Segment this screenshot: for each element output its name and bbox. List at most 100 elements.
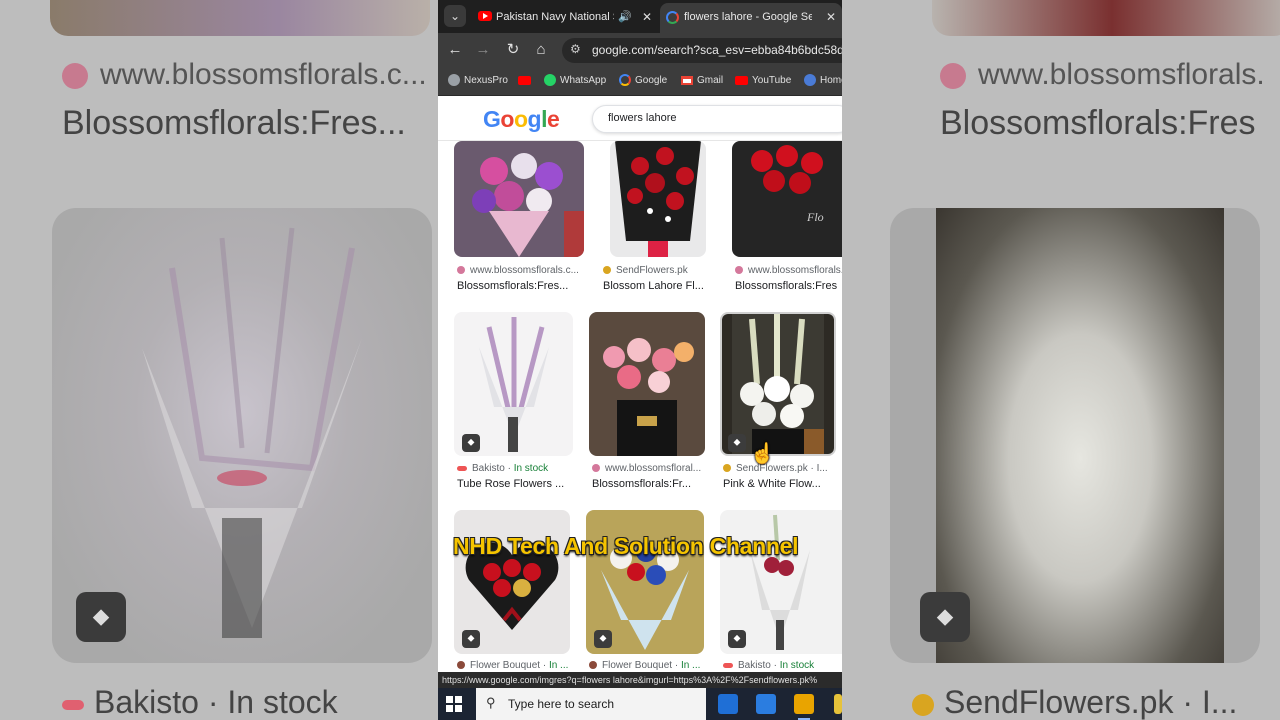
bookmark-nexuspro[interactable]: NexusPro <box>448 74 508 88</box>
result-site: Flower Bouquet · In ... <box>457 660 570 671</box>
google-icon <box>666 11 679 24</box>
google-logo-letter: o <box>500 106 514 132</box>
tab-google-search[interactable]: flowers lahore - Google Search ✕ <box>660 3 842 33</box>
taskbar-search-placeholder: Type here to search <box>508 697 615 711</box>
result-site: Bakisto · In stock <box>723 660 842 671</box>
result-title[interactable]: Tube Rose Flowers ... <box>457 478 573 490</box>
google-logo-letter: o <box>513 106 528 132</box>
background-bottom-label: Bakisto · In stock <box>62 684 338 720</box>
home-icon[interactable]: ⌂ <box>530 39 552 61</box>
result-site: www.blossomsflorals.c... <box>457 265 582 276</box>
status-url-bar: https://www.google.com/imgres?q=flowers … <box>438 672 842 688</box>
result-thumbnail[interactable]: ⬥ <box>454 312 573 456</box>
result-site: Bakisto · In stock <box>457 463 573 474</box>
result-thumbnail[interactable]: ⬥ <box>720 510 842 654</box>
result-title[interactable]: Blossomsflorals:Fres <box>735 280 842 292</box>
site-favicon-icon <box>589 661 597 670</box>
site-favicon-icon <box>723 662 733 668</box>
result-thumbnail[interactable] <box>589 312 705 456</box>
bakisto-favicon-icon <box>62 699 84 710</box>
speaker-icon[interactable]: 🔊 <box>618 3 632 31</box>
result-thumbnail[interactable] <box>610 141 706 257</box>
search-input[interactable]: flowers lahore <box>592 105 842 133</box>
image-result[interactable]: www.blossomsfloral... Blossomsflorals:Fr… <box>589 312 705 492</box>
sendflowers-favicon-icon <box>912 693 934 716</box>
purple-bouquet-image <box>454 141 584 257</box>
pink-white-flowers-image <box>722 314 834 454</box>
hand-cursor-icon: ☝ <box>750 443 775 465</box>
background-title: Blossomsflorals:Fres <box>940 104 1256 142</box>
site-settings-icon[interactable]: ⚙ <box>570 42 581 56</box>
background-top-image <box>50 0 430 36</box>
result-title[interactable]: Blossomsflorals:Fres... <box>457 280 582 292</box>
close-icon[interactable]: ✕ <box>642 3 652 31</box>
whatsapp-icon <box>544 74 556 87</box>
bookmark-home[interactable]: Home <box>804 74 842 88</box>
bookmark-google[interactable]: Google <box>619 74 667 88</box>
background-right-panel: www.blossomsflorals. Blossomsflorals:Fre… <box>842 0 1280 720</box>
result-thumbnail[interactable]: Flo <box>732 141 842 257</box>
reload-icon[interactable]: ↻ <box>502 39 524 61</box>
tab-pakistan-navy[interactable]: Pakistan Navy National Son 🔊 ✕ <box>472 3 658 33</box>
windows-taskbar: ⚲ Type here to search <box>438 688 842 720</box>
close-icon[interactable]: ✕ <box>826 3 836 31</box>
file-explorer-icon[interactable] <box>834 694 842 714</box>
windows-start-icon[interactable] <box>446 696 462 712</box>
bookmark-youtube-icon-only[interactable] <box>518 74 535 88</box>
result-site: Flower Bouquet · In ... <box>589 660 704 671</box>
youtube-icon <box>478 11 492 21</box>
image-result[interactable]: ⬥ SendFlowers.pk · I... Pink & White Flo… <box>720 312 838 492</box>
result-title[interactable]: Pink & White Flow... <box>723 478 836 490</box>
image-result[interactable]: Flo www.blossomsflorals. Blossomsflorals… <box>732 141 842 301</box>
background-white-flowers-image <box>936 208 1224 663</box>
back-arrow-icon[interactable]: ← <box>444 39 466 61</box>
address-toolbar: ← → ↻ ⌂ ⚙ google.com/search?sca_esv=ebba… <box>438 33 842 67</box>
youtube-icon <box>735 75 748 85</box>
google-logo[interactable]: Google <box>483 106 560 133</box>
tag-icon: ⬥ <box>728 630 746 648</box>
background-title: Blossomsflorals:Fres... <box>62 104 406 142</box>
pink-flowers-box-image <box>589 312 705 456</box>
google-icon <box>619 74 631 87</box>
background-left-panel: www.blossomsflorals.c... Blossomsflorals… <box>0 0 438 720</box>
result-thumbnail[interactable] <box>454 141 584 257</box>
bookmark-whatsapp[interactable]: WhatsApp <box>544 74 606 88</box>
search-query: flowers lahore <box>608 112 677 124</box>
result-thumbnail[interactable]: ⬥ <box>720 312 836 456</box>
result-thumbnail[interactable]: ⬥ <box>586 510 704 654</box>
address-bar[interactable]: ⚙ google.com/search?sca_esv=ebba84b6bdc5… <box>562 38 842 63</box>
result-thumbnail[interactable]: ⬥ <box>454 510 570 654</box>
search-icon: ⚲ <box>486 695 496 710</box>
store-app-icon[interactable] <box>756 694 776 714</box>
gmail-icon <box>681 75 693 85</box>
bookmark-gmail[interactable]: Gmail <box>681 74 723 88</box>
tag-icon: ⬥ <box>462 434 480 452</box>
red-roses-black-wrap-image <box>610 141 706 257</box>
tag-icon: ⬥ <box>728 434 746 452</box>
image-result[interactable]: SendFlowers.pk Blossom Lahore Fl... <box>598 141 716 301</box>
site-favicon-icon <box>457 465 467 471</box>
site-favicon-icon <box>723 464 731 473</box>
site-favicon-icon <box>592 464 600 473</box>
site-favicon-icon <box>62 63 88 90</box>
tag-icon: ⬥ <box>594 630 612 648</box>
result-title[interactable]: Blossomsflorals:Fr... <box>592 478 705 490</box>
background-bottom-label: SendFlowers.pk · I... <box>912 684 1237 720</box>
bookmark-youtube[interactable]: YouTube <box>735 74 791 88</box>
background-top-image <box>932 0 1280 36</box>
tab-search-chevron-down-icon[interactable]: ⌄ <box>444 5 466 27</box>
tab-label: Pakistan Navy National Son <box>496 11 614 23</box>
google-logo-letter: G <box>483 106 501 132</box>
image-results-grid: www.blossomsflorals.c... Blossomsflorals… <box>438 141 842 672</box>
mail-app-icon[interactable] <box>718 694 738 714</box>
image-result[interactable]: www.blossomsflorals.c... Blossomsflorals… <box>454 141 584 301</box>
image-result[interactable]: ⬥ Bakisto · In stock <box>454 312 573 492</box>
forward-arrow-icon[interactable]: → <box>472 39 494 61</box>
media-player-icon[interactable] <box>794 694 814 720</box>
taskbar-search-box[interactable]: ⚲ Type here to search <box>476 688 706 720</box>
result-title[interactable]: Blossom Lahore Fl... <box>603 280 715 292</box>
globe-icon <box>448 74 460 87</box>
result-site: SendFlowers.pk <box>603 265 715 276</box>
google-header: Google flowers lahore <box>438 97 842 141</box>
result-site: www.blossomsflorals. <box>735 265 842 276</box>
